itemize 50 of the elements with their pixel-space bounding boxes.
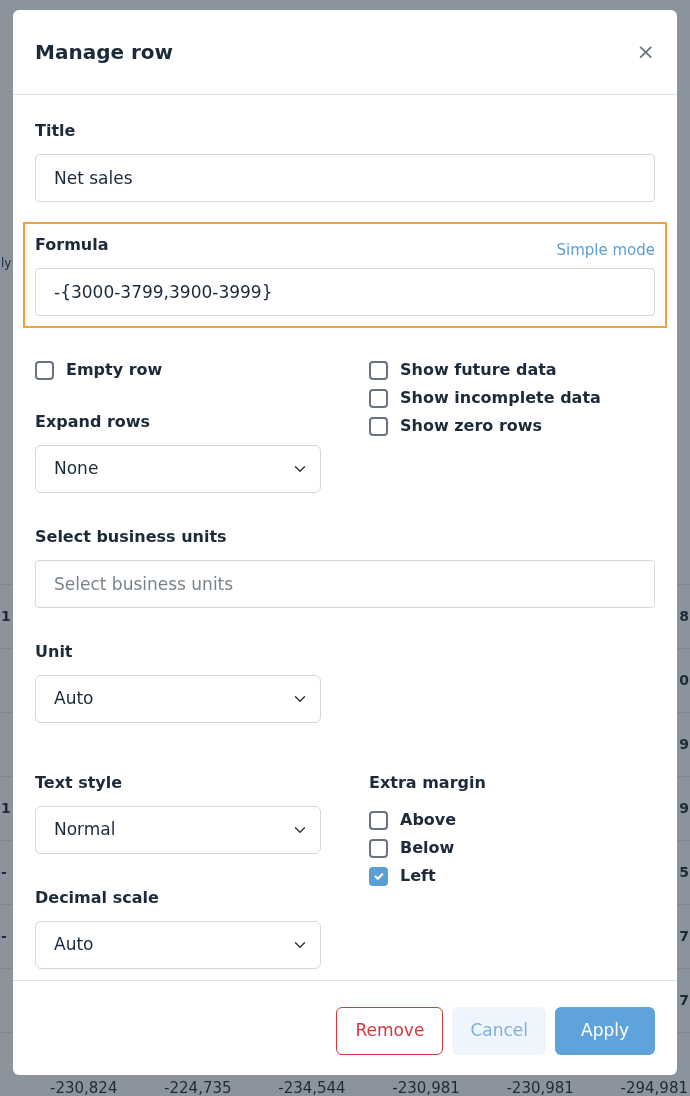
modal-title: Manage row — [35, 40, 174, 64]
table-cell-text: 8 — [679, 607, 689, 626]
input-field[interactable]: Select business units — [35, 560, 655, 608]
table-cell-text: 1 — [1, 607, 11, 626]
checkbox-label: Show incomplete data — [400, 387, 601, 409]
checkbox-label: Show future data — [400, 359, 557, 381]
danger-button[interactable]: Remove — [336, 1007, 444, 1055]
field-label: Text style — [35, 772, 124, 794]
table-cell-text: 1 — [1, 799, 11, 818]
table-cell: -224,735 — [164, 1080, 232, 1096]
checkbox[interactable] — [369, 810, 388, 830]
dropdown[interactable]: Auto — [35, 675, 321, 723]
field-label: Formula — [35, 234, 109, 256]
table-cell-text: - — [1, 863, 7, 882]
checkbox-label: Below — [400, 837, 455, 859]
table-cell: -230,981 — [506, 1080, 574, 1096]
input-field[interactable]: -{3000-3799,3900-3999} — [35, 268, 655, 316]
checkbox-label: Left — [400, 865, 436, 887]
field-label: Expand rows — [35, 411, 152, 433]
table-cell-text: 7 — [679, 927, 689, 946]
field-label: Select business units — [35, 526, 228, 548]
table-cell-text: ly — [1, 255, 12, 272]
table-cell-text: - — [1, 927, 7, 946]
table-cell: -294,981 — [620, 1080, 688, 1096]
table-cell-text: 9 — [679, 735, 689, 754]
field-label: Title — [35, 120, 77, 142]
checkbox-label: Empty row — [66, 359, 163, 381]
checkbox[interactable] — [369, 388, 388, 408]
input-field[interactable]: Net sales — [35, 154, 655, 202]
table-cell-text: 0 — [679, 671, 689, 690]
checkbox[interactable] — [35, 360, 54, 380]
field-label: Extra margin — [369, 772, 487, 794]
field-label: Decimal scale — [35, 887, 160, 909]
checkbox[interactable] — [369, 416, 388, 436]
dropdown[interactable]: None — [35, 445, 321, 493]
field-label: Unit — [35, 641, 74, 663]
checkbox-label: Above — [400, 809, 457, 831]
checkbox-label: Show zero rows — [400, 415, 543, 437]
table-cell: -230,824 — [50, 1080, 118, 1096]
checkbox[interactable] — [369, 838, 388, 858]
dropdown[interactable]: Normal — [35, 806, 321, 854]
table-cell: -230,981 — [392, 1080, 460, 1096]
close-button[interactable]: × — [636, 41, 655, 63]
table-cell-text: 7 — [679, 991, 689, 1010]
checkbox[interactable] — [369, 360, 388, 380]
table-cell-text: 9 — [679, 799, 689, 818]
dropdown[interactable]: Auto — [35, 921, 321, 969]
table-cell-text: 5 — [679, 863, 689, 882]
table-cell: -234,544 — [278, 1080, 346, 1096]
checkbox[interactable] — [369, 866, 388, 886]
